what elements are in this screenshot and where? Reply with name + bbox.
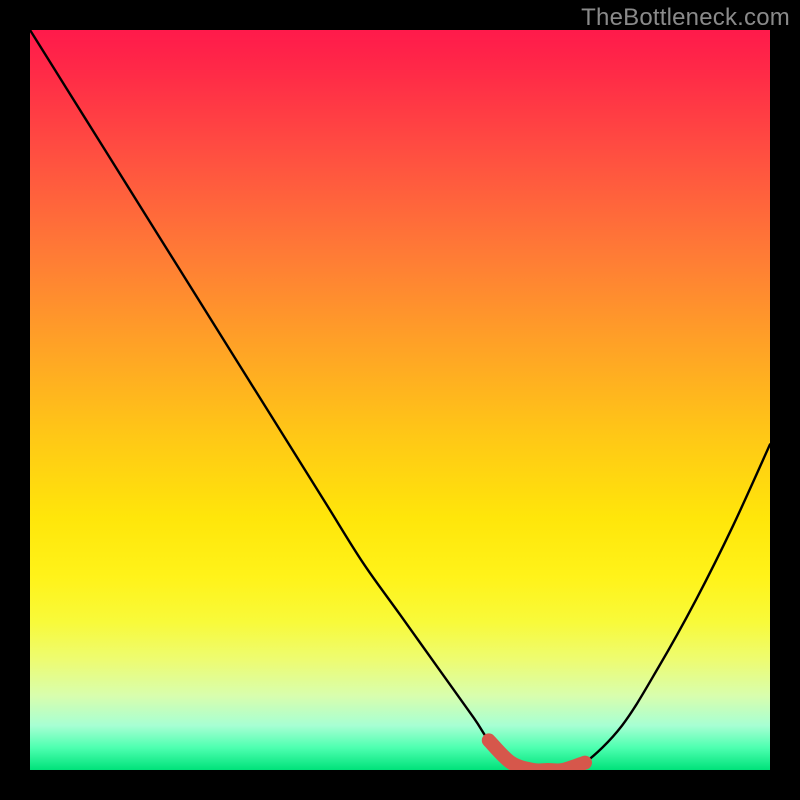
- curve-svg: [30, 30, 770, 770]
- plot-area: [30, 30, 770, 770]
- bottleneck-curve: [30, 30, 770, 770]
- highlight-marker: [489, 740, 585, 770]
- watermark-text: TheBottleneck.com: [581, 4, 790, 32]
- chart-container: TheBottleneck.com: [0, 0, 800, 800]
